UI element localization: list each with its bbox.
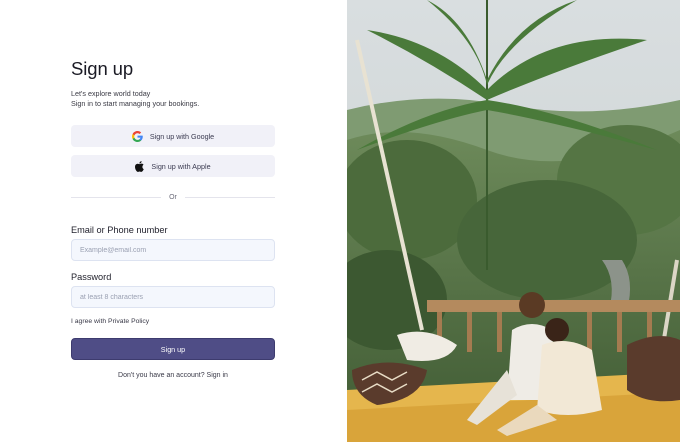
hero-photo	[347, 0, 680, 442]
signin-prompt-text: Don't you have an account?	[118, 372, 207, 379]
divider-line-right	[184, 196, 275, 198]
google-icon	[131, 130, 143, 142]
hero-image	[347, 0, 680, 442]
google-signup-label: Sign up with Google	[149, 131, 215, 141]
privacy-agreement: I agree with Private Policy	[71, 318, 149, 325]
or-divider: Or	[71, 192, 275, 202]
apple-signup-label: Sign up with Apple	[151, 161, 211, 171]
page-title: Sign up	[71, 58, 134, 79]
signup-panel: Sign up Let's explore world today Sign i…	[0, 0, 347, 442]
password-field[interactable]	[71, 286, 275, 308]
page-subtitle: Let's explore world today Sign in to sta…	[71, 89, 199, 108]
signup-submit-button[interactable]: Sign up	[71, 338, 275, 360]
subtitle-line-1: Let's explore world today	[71, 89, 151, 98]
google-signup-button[interactable]: Sign up with Google	[71, 125, 275, 147]
divider-text: Or	[169, 193, 177, 201]
email-field[interactable]	[71, 239, 275, 261]
email-label: Email or Phone number	[71, 225, 168, 235]
signin-prompt: Don't you have an account? Sign in	[71, 372, 275, 379]
subtitle-line-2: Sign in to start managing your bookings.	[71, 98, 200, 108]
private-policy-link[interactable]: Private Policy	[108, 318, 149, 325]
apple-signup-button[interactable]: Sign up with Apple	[71, 155, 275, 177]
agree-text: I agree with	[71, 318, 109, 325]
password-label: Password	[71, 272, 112, 282]
signin-link[interactable]: Sign in	[207, 372, 228, 379]
apple-icon	[135, 160, 145, 172]
divider-line-left	[71, 196, 162, 198]
